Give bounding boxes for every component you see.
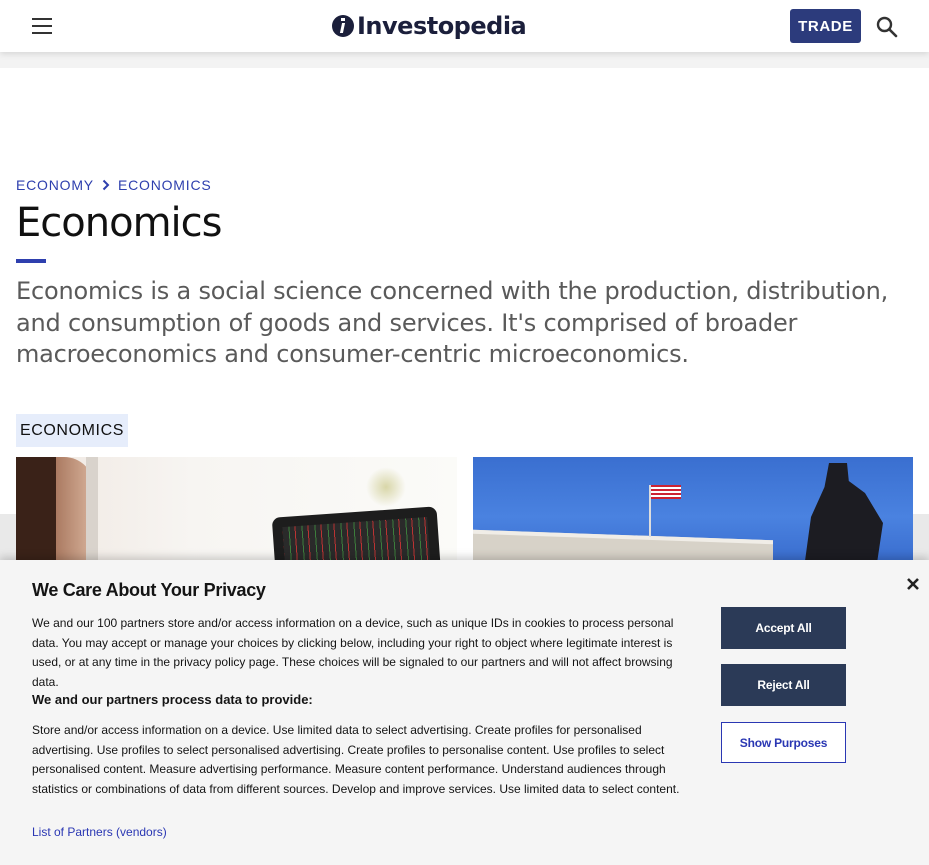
show-purposes-button[interactable]: Show Purposes	[721, 722, 846, 763]
accept-all-button[interactable]: Accept All	[721, 607, 846, 649]
section-tag-economics[interactable]: ECONOMICS	[16, 414, 128, 447]
article-card-image-2[interactable]	[473, 457, 913, 577]
page-intro: Economics is a social science concerned …	[16, 277, 889, 368]
site-logo[interactable]: Investopedia	[332, 10, 527, 42]
site-header: Investopedia TRADE	[0, 0, 929, 52]
breadcrumb: ECONOMY ECONOMICS	[16, 177, 212, 193]
trade-button[interactable]: TRADE	[790, 9, 861, 43]
logo-text: Investopedia	[357, 12, 527, 40]
privacy-title: We Care About Your Privacy	[32, 580, 266, 600]
page-title: Economics	[16, 200, 222, 246]
hair-image-detail	[16, 457, 56, 577]
search-icon[interactable]	[876, 16, 898, 38]
privacy-subheading: We and our partners process data to prov…	[32, 692, 313, 707]
flag-detail	[651, 485, 681, 499]
window-frame-detail	[86, 457, 98, 577]
reject-all-button[interactable]: Reject All	[721, 664, 846, 706]
partners-list-link[interactable]: List of Partners (vendors)	[32, 825, 167, 839]
breadcrumb-item-economics[interactable]: ECONOMICS	[118, 177, 212, 193]
ad-placeholder-band	[0, 52, 929, 68]
title-underline	[16, 259, 46, 263]
chevron-right-icon	[102, 179, 110, 191]
plant-image-detail	[366, 467, 406, 507]
privacy-consent-banner: We Care About Your Privacy We and our 10…	[0, 560, 929, 865]
logo-mark-icon	[332, 15, 354, 37]
article-card-image-1[interactable]	[16, 457, 457, 577]
menu-icon[interactable]	[30, 16, 54, 36]
close-icon[interactable]	[905, 576, 921, 592]
breadcrumb-item-economy[interactable]: ECONOMY	[16, 177, 94, 193]
privacy-description: We and our 100 partners store and/or acc…	[32, 616, 674, 689]
privacy-purposes-list: Store and/or access information on a dev…	[32, 723, 680, 796]
